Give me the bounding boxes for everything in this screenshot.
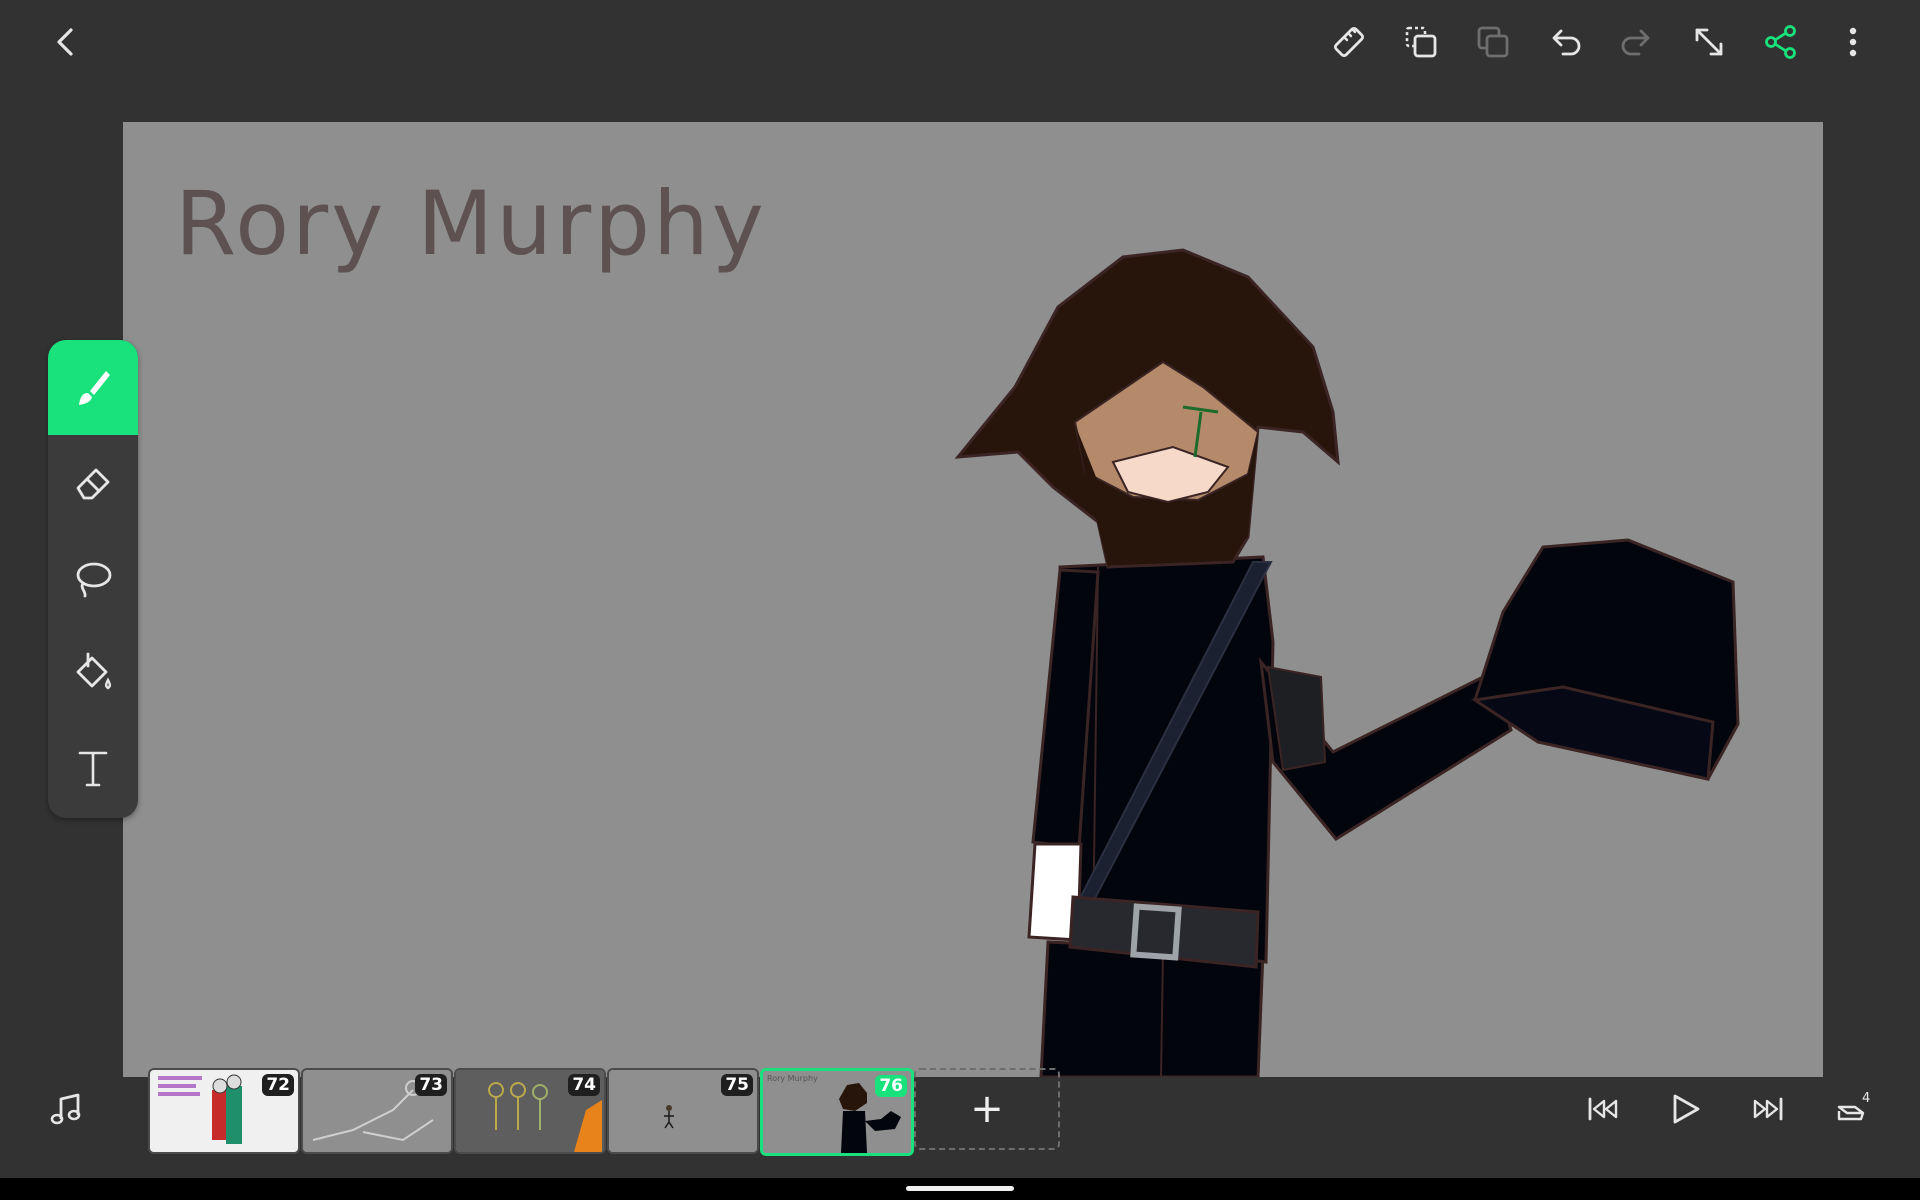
undo-button[interactable] xyxy=(1537,14,1593,70)
tool-palette xyxy=(48,340,138,818)
eraser-tool[interactable] xyxy=(48,435,138,530)
fill-bucket-icon xyxy=(76,652,112,689)
undo-icon xyxy=(1552,29,1581,56)
more-button[interactable] xyxy=(1825,14,1881,70)
lasso-tool[interactable] xyxy=(48,530,138,625)
frame-thumbnail[interactable]: 74 xyxy=(454,1068,606,1154)
play-button[interactable] xyxy=(1657,1081,1713,1137)
brush-icon xyxy=(79,370,110,405)
redo-icon xyxy=(1621,29,1650,56)
more-icon xyxy=(1849,27,1857,57)
ruler-icon xyxy=(1333,26,1365,58)
first-frame-button[interactable] xyxy=(1574,1081,1630,1137)
copy-frame-icon xyxy=(1477,26,1509,58)
frame-preview-label: Rory Murphy xyxy=(767,1074,818,1083)
drawing-canvas[interactable]: Rory Murphy xyxy=(123,122,1823,1077)
music-note-icon xyxy=(50,1093,81,1125)
back-button[interactable] xyxy=(38,14,94,70)
ruler-button[interactable] xyxy=(1321,14,1377,70)
frame-thumbnail-current[interactable]: 76 Rory Murphy xyxy=(760,1068,914,1156)
layers-count: 4 xyxy=(1862,1091,1870,1106)
frame-number: 72 xyxy=(262,1074,294,1096)
copy-frame-button[interactable] xyxy=(1465,14,1521,70)
character-drawing xyxy=(954,248,1740,1077)
duplicate-frame-button[interactable] xyxy=(1393,14,1449,70)
skip-to-start-icon xyxy=(1588,1097,1618,1121)
frame-thumbnail[interactable]: 73 xyxy=(301,1068,453,1154)
audio-button[interactable] xyxy=(38,1081,94,1137)
frame-number: 75 xyxy=(721,1074,753,1096)
last-frame-button[interactable] xyxy=(1741,1081,1797,1137)
share-icon xyxy=(1765,25,1796,59)
text-tool[interactable] xyxy=(48,720,138,815)
frame-number: 76 xyxy=(875,1075,907,1097)
share-button[interactable] xyxy=(1753,14,1809,70)
layers-button[interactable]: 4 xyxy=(1825,1081,1881,1137)
home-indicator[interactable] xyxy=(906,1186,1014,1191)
fill-tool[interactable] xyxy=(48,625,138,720)
add-frame-label: + xyxy=(970,1086,1004,1132)
top-toolbar xyxy=(0,0,1920,90)
lasso-icon xyxy=(76,562,112,597)
brush-tool[interactable] xyxy=(48,340,138,435)
back-icon xyxy=(57,28,73,56)
eraser-icon xyxy=(76,468,110,499)
redo-button[interactable] xyxy=(1609,14,1665,70)
resize-icon xyxy=(1695,28,1723,56)
resize-button[interactable] xyxy=(1681,14,1737,70)
frame-thumbnail[interactable]: 72 xyxy=(148,1068,300,1154)
frame-number: 73 xyxy=(415,1074,447,1096)
skip-to-end-icon xyxy=(1753,1097,1783,1121)
frame-thumbnail[interactable]: 75 xyxy=(607,1068,759,1154)
play-icon xyxy=(1673,1094,1700,1124)
layers-icon: 4 xyxy=(1837,1091,1870,1121)
add-frame-button[interactable]: + xyxy=(914,1068,1060,1150)
frame-number: 74 xyxy=(568,1074,600,1096)
text-icon xyxy=(78,751,108,786)
duplicate-frame-icon xyxy=(1405,26,1437,58)
